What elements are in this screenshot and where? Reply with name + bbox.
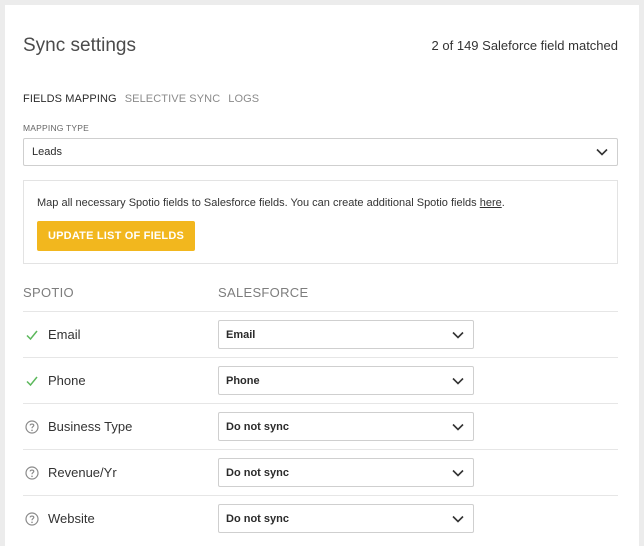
check-icon xyxy=(26,330,38,341)
info-period: . xyxy=(501,197,505,209)
chevron-down-icon xyxy=(452,331,464,339)
tab-bar: FIELDS MAPPING SELECTIVE SYNC LOGS xyxy=(23,93,259,105)
salesforce-field-select[interactable]: Phone xyxy=(218,366,474,395)
chevron-down-icon xyxy=(452,423,464,431)
sync-settings-panel: Sync settings 2 of 149 Saleforce field m… xyxy=(5,5,639,546)
chevron-down-icon xyxy=(452,469,464,477)
mapping-row-phone: Phone Phone xyxy=(23,357,618,403)
help-icon xyxy=(25,466,39,480)
spotio-field-name: Revenue/Yr xyxy=(48,465,117,480)
salesforce-field-select[interactable]: Do not sync xyxy=(218,458,474,487)
spotio-field-name: Business Type xyxy=(48,419,133,434)
salesforce-field-value: Do not sync xyxy=(226,420,289,433)
spotio-field-name: Website xyxy=(48,511,95,526)
mapping-row-business-type: Business Type Do not sync xyxy=(23,403,618,449)
header: Sync settings 2 of 149 Saleforce field m… xyxy=(23,35,618,61)
help-icon xyxy=(25,512,39,526)
create-fields-link[interactable]: here xyxy=(480,197,502,209)
mapping-type-label: MAPPING TYPE xyxy=(23,123,90,133)
mapping-row-email: Email Email xyxy=(23,311,618,357)
salesforce-field-value: Do not sync xyxy=(226,466,289,479)
salesforce-field-value: Email xyxy=(226,328,256,341)
info-text: Map all necessary Spotio fields to Sales… xyxy=(37,197,505,209)
tab-fields-mapping[interactable]: FIELDS MAPPING xyxy=(23,93,117,105)
field-mapping-list: Email Email Phone Phone Business Type Do… xyxy=(23,311,618,541)
salesforce-field-value: Phone xyxy=(226,374,260,387)
mapping-type-select[interactable]: Leads xyxy=(23,138,618,166)
info-box: Map all necessary Spotio fields to Sales… xyxy=(23,180,618,264)
salesforce-field-select[interactable]: Do not sync xyxy=(218,504,474,533)
help-icon xyxy=(25,420,39,434)
spotio-column-header: SPOTIO xyxy=(23,285,74,300)
mapping-type-value: Leads xyxy=(32,146,62,158)
tab-selective-sync[interactable]: SELECTIVE SYNC xyxy=(125,93,221,105)
page-title: Sync settings xyxy=(23,35,136,56)
mapping-row-website: Website Do not sync xyxy=(23,495,618,541)
salesforce-field-select[interactable]: Email xyxy=(218,320,474,349)
chevron-down-icon xyxy=(452,515,464,523)
check-icon xyxy=(26,376,38,387)
matched-count: 2 of 149 Saleforce field matched xyxy=(431,38,618,53)
chevron-down-icon xyxy=(596,148,608,156)
update-list-button[interactable]: UPDATE LIST OF FIELDS xyxy=(37,221,195,251)
tab-logs[interactable]: LOGS xyxy=(228,93,259,105)
info-message: Map all necessary Spotio fields to Sales… xyxy=(37,197,480,209)
chevron-down-icon xyxy=(452,377,464,385)
mapping-row-revenue: Revenue/Yr Do not sync xyxy=(23,449,618,495)
salesforce-column-header: SALESFORCE xyxy=(218,285,309,300)
spotio-field-name: Email xyxy=(48,327,81,342)
salesforce-field-value: Do not sync xyxy=(226,512,289,525)
salesforce-field-select[interactable]: Do not sync xyxy=(218,412,474,441)
spotio-field-name: Phone xyxy=(48,373,86,388)
